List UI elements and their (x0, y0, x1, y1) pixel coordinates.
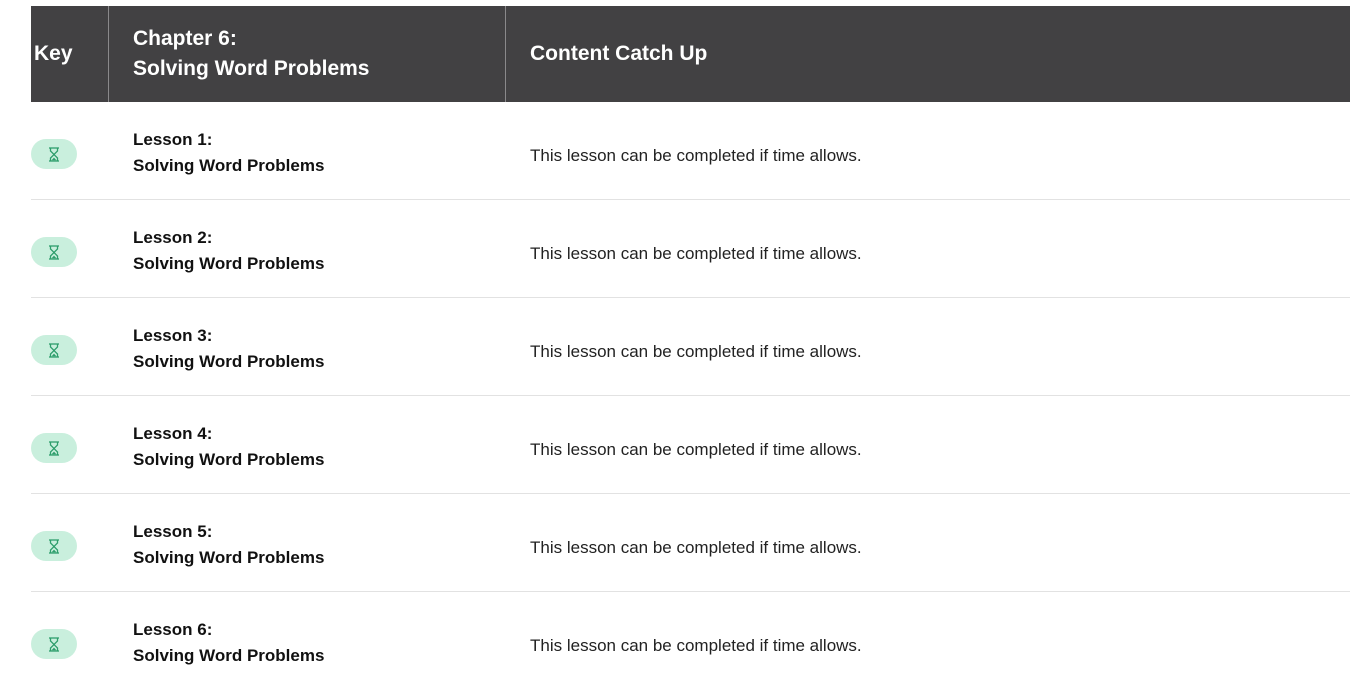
catch-up-note: This lesson can be completed if time all… (530, 145, 862, 165)
lesson-title: Solving Word Problems (133, 155, 325, 175)
catch-up-note: This lesson can be completed if time all… (530, 636, 862, 655)
table-header: Key Chapter 6: Solving Word Problems Con… (31, 6, 1350, 102)
key-cell (31, 494, 109, 591)
lesson-cell: Lesson 3: Solving Word Problems (109, 323, 506, 375)
lesson-number: Lesson 6: (133, 620, 213, 639)
catch-up-column-header: Content Catch Up (506, 6, 1350, 102)
chapter-column-header: Chapter 6: Solving Word Problems (109, 6, 506, 102)
chapter-header-line2: Solving Word Problems (133, 57, 370, 80)
catch-up-note: This lesson can be completed if time all… (530, 439, 862, 459)
lesson-title: Solving Word Problems (133, 547, 325, 567)
lesson-title: Solving Word Problems (133, 253, 325, 273)
key-cell (31, 200, 109, 297)
key-cell (31, 396, 109, 493)
lesson-cell: Lesson 1: Solving Word Problems (109, 127, 506, 179)
key-cell (31, 298, 109, 395)
table-row: Lesson 4: Solving Word Problems This les… (31, 396, 1350, 494)
key-badge (31, 139, 77, 169)
lesson-number: Lesson 5: (133, 521, 213, 541)
key-badge (31, 335, 77, 365)
lesson-title: Solving Word Problems (133, 351, 325, 371)
catch-up-note: This lesson can be completed if time all… (530, 341, 862, 361)
hourglass-icon (49, 440, 59, 456)
key-cell (31, 102, 109, 199)
table-row: Lesson 2: Solving Word Problems This les… (31, 200, 1350, 298)
lesson-number: Lesson 3: (133, 325, 213, 345)
catch-up-header-label: Content Catch Up (530, 42, 708, 65)
key-badge (31, 629, 77, 659)
hourglass-icon (49, 538, 59, 554)
lesson-cell: Lesson 4: Solving Word Problems (109, 421, 506, 473)
chapter-header-line1: Chapter 6: (133, 27, 237, 50)
hourglass-icon (49, 636, 59, 652)
catch-up-note: This lesson can be completed if time all… (530, 243, 862, 263)
hourglass-icon (49, 342, 59, 358)
lesson-number: Lesson 4: (133, 423, 213, 443)
lesson-table: Key Chapter 6: Solving Word Problems Con… (31, 6, 1350, 690)
table-row: Lesson 6: Solving Word Problems This les… (31, 592, 1350, 690)
key-badge (31, 531, 77, 561)
hourglass-icon (49, 244, 59, 260)
key-badge (31, 237, 77, 267)
lesson-cell: Lesson 2: Solving Word Problems (109, 225, 506, 277)
lesson-cell: Lesson 5: Solving Word Problems (109, 519, 506, 571)
lesson-title: Solving Word Problems (133, 646, 325, 665)
key-column-header: Key (31, 6, 109, 102)
lesson-title: Solving Word Problems (133, 449, 325, 469)
lesson-cell: Lesson 6: Solving Word Problems (109, 617, 506, 669)
table-row: Lesson 5: Solving Word Problems This les… (31, 494, 1350, 592)
hourglass-icon (49, 146, 59, 162)
lesson-number: Lesson 1: (133, 129, 213, 149)
key-badge (31, 433, 77, 463)
key-cell (31, 592, 109, 690)
lesson-number: Lesson 2: (133, 227, 213, 247)
catch-up-note: This lesson can be completed if time all… (530, 537, 862, 557)
table-row: Lesson 1: Solving Word Problems This les… (31, 102, 1350, 200)
table-body: Lesson 1: Solving Word Problems This les… (31, 102, 1350, 690)
table-row: Lesson 3: Solving Word Problems This les… (31, 298, 1350, 396)
key-header-label: Key (34, 42, 73, 65)
